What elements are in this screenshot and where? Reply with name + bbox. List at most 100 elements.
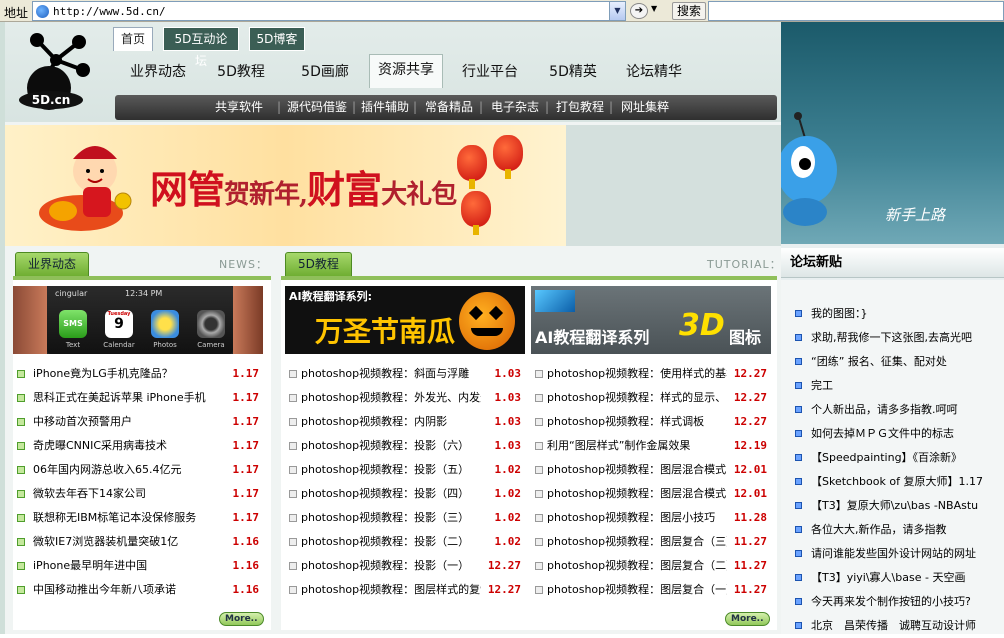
news-item-title[interactable]: 中国移动推出今年新八项承诺: [33, 578, 223, 602]
tutorial-item[interactable]: photoshop视频教程：投影（五） 1.02: [285, 458, 525, 482]
address-url[interactable]: http://www.5d.cn/: [53, 5, 166, 18]
tutorial-item[interactable]: photoshop视频教程：外发光、内发光 1.03: [285, 386, 525, 410]
tutorial-item-title[interactable]: photoshop视频教程：图层混合模式: [547, 458, 727, 482]
news-item-title[interactable]: iPhone最早明年进中国: [33, 554, 223, 578]
tutorial-item[interactable]: photoshop视频教程：投影（三） 1.02: [285, 506, 525, 530]
news-item-title[interactable]: 微软去年吞下14家公司: [33, 482, 223, 506]
forum-post-title[interactable]: 完工: [811, 374, 833, 398]
tutorial-section-title[interactable]: 5D教程: [285, 252, 352, 276]
tutorial-item-title[interactable]: photoshop视频教程：使用样式的基本方法: [547, 362, 727, 386]
forum-post-title[interactable]: 【Sketchbook of 复原大师】1.17: [811, 470, 983, 494]
news-more-button[interactable]: More..: [219, 612, 264, 626]
forum-post-title[interactable]: 各位大大,新作品，请多指教: [811, 518, 947, 542]
chevron-down-icon[interactable]: ▼: [609, 2, 625, 20]
tutorial-item[interactable]: photoshop视频教程：图层复合（二） 11.27: [531, 554, 771, 578]
nav-tutorial[interactable]: 5D教程: [209, 58, 273, 86]
tutorial-item[interactable]: photoshop视频教程：投影（一） 12.27: [285, 554, 525, 578]
tutorial-item[interactable]: photoshop视频教程：投影（二） 1.02: [285, 530, 525, 554]
iphone-thumbnail[interactable]: cingular 12:34 PM SMS Tuesday 9 Text Cale…: [13, 286, 263, 354]
tab-blog[interactable]: 5D博客: [249, 27, 305, 51]
nav-resources[interactable]: 资源共享: [369, 54, 443, 88]
subnav-source-code[interactable]: 源代码借鉴: [287, 95, 347, 119]
tutorial-item-title[interactable]: photoshop视频教程：图层样式的复制: [301, 578, 481, 602]
3d-icon-tutorial-image[interactable]: AI教程翻译系列 3D 图标: [531, 286, 771, 354]
tutorial-item-title[interactable]: photoshop视频教程：图层复合（三）: [547, 530, 727, 554]
tutorial-item[interactable]: photoshop视频教程：投影（四） 1.02: [285, 482, 525, 506]
forum-post-item[interactable]: 【T3】yiyi\寡人\base - 天空画: [795, 566, 1000, 590]
news-item[interactable]: 微软去年吞下14家公司 1.17: [13, 482, 263, 506]
news-item-title[interactable]: 微软IE7浏览器装机量突破1亿: [33, 530, 223, 554]
new-year-banner[interactable]: 网管贺新年,财富大礼包: [5, 125, 566, 246]
tutorial-item-title[interactable]: photoshop视频教程：投影（三）: [301, 506, 481, 530]
forum-post-title[interactable]: 今天再来发个制作按钮的小技巧?: [811, 590, 971, 614]
nav-gallery[interactable]: 5D画廊: [293, 58, 357, 86]
forum-post-title[interactable]: 北京 昌荣传播 诚聘互动设计师: [811, 614, 976, 638]
halloween-tutorial-image[interactable]: AI教程翻译系列: 万圣节南瓜: [285, 286, 525, 354]
tutorial-item-title[interactable]: photoshop视频教程：斜面与浮雕: [301, 362, 481, 386]
tutorial-item[interactable]: 利用“图层样式”制作金属效果 12.19: [531, 434, 771, 458]
tutorial-item-title[interactable]: photoshop视频教程：内阴影: [301, 410, 481, 434]
tutorial-item[interactable]: photoshop视频教程：使用样式的基本方法 12.27: [531, 362, 771, 386]
tutorial-item-title[interactable]: photoshop视频教程：图层小技巧: [547, 506, 727, 530]
tutorial-item[interactable]: photoshop视频教程：内阴影 1.03: [285, 410, 525, 434]
forum-post-item[interactable]: 如何去掉ＭＰＧ文件中的标志: [795, 422, 1000, 446]
forum-post-title[interactable]: 请问谁能发些国外设计网站的网址: [811, 542, 976, 566]
tutorial-item[interactable]: photoshop视频教程：图层样式的复制 12.27: [285, 578, 525, 602]
forum-post-title[interactable]: 我的图图：}: [811, 302, 868, 326]
forum-post-title[interactable]: 【T3】复原大师\zu\bas -NBAstu: [811, 494, 978, 518]
forum-post-item[interactable]: 各位大大,新作品，请多指教: [795, 518, 1000, 542]
tutorial-item-title[interactable]: photoshop视频教程：图层复合（二）: [547, 554, 727, 578]
forum-post-title[interactable]: 如何去掉ＭＰＧ文件中的标志: [811, 422, 954, 446]
tutorial-item-title[interactable]: photoshop视频教程：样式调板: [547, 410, 727, 434]
forum-post-title[interactable]: 求助,帮我修一下这张图,去高光吧: [811, 326, 972, 350]
tutorial-item-title[interactable]: photoshop视频教程：投影（二）: [301, 530, 481, 554]
news-item[interactable]: 中移动首次预警用户 1.17: [13, 410, 263, 434]
tutorial-item[interactable]: photoshop视频教程：图层复合（三） 11.27: [531, 530, 771, 554]
subnav-package-tutorial[interactable]: 打包教程: [556, 95, 604, 119]
subnav-plugins[interactable]: 插件辅助: [361, 95, 409, 119]
nav-industry-platform[interactable]: 行业平台: [455, 58, 525, 86]
forum-post-title[interactable]: 【Speedpainting】《百涂新》: [811, 446, 962, 470]
nav-elite[interactable]: 5D精英: [543, 58, 603, 86]
subnav-shareware[interactable]: 共享软件: [215, 95, 263, 119]
tutorial-item-title[interactable]: photoshop视频教程：投影（四）: [301, 482, 481, 506]
forum-post-item[interactable]: 个人新出品，请多多指教.呵呵: [795, 398, 1000, 422]
subnav-emagazine[interactable]: 电子杂志: [491, 95, 539, 119]
search-button[interactable]: 搜索: [672, 2, 707, 20]
nav-forum-best[interactable]: 论坛精华: [621, 58, 687, 86]
forum-post-title[interactable]: “团练” 报名、征集、配对处: [811, 350, 947, 374]
news-item-title[interactable]: iPhone竟为LG手机克隆品？: [33, 362, 223, 386]
forum-post-item[interactable]: 北京 昌荣传播 诚聘互动设计师: [795, 614, 1000, 638]
site-logo[interactable]: 5D.cn: [13, 30, 99, 114]
news-item[interactable]: 奇虎曝CNNIC采用病毒技术 1.17: [13, 434, 263, 458]
news-item[interactable]: 06年国内网游总收入65.4亿元 1.17: [13, 458, 263, 482]
tutorial-more-button[interactable]: More..: [725, 612, 770, 626]
forum-post-item[interactable]: 请问谁能发些国外设计网站的网址: [795, 542, 1000, 566]
forum-post-item[interactable]: 我的图图：}: [795, 302, 1000, 326]
tutorial-item-title[interactable]: photoshop视频教程：外发光、内发光: [301, 386, 481, 410]
tab-home[interactable]: 首页: [113, 27, 153, 51]
news-item[interactable]: iPhone最早明年进中国 1.16: [13, 554, 263, 578]
subnav-essentials[interactable]: 常备精品: [425, 95, 473, 119]
news-item[interactable]: 中国移动推出今年新八项承诺 1.16: [13, 578, 263, 602]
forum-post-title[interactable]: 【T3】yiyi\寡人\base - 天空画: [811, 566, 965, 590]
news-item[interactable]: iPhone竟为LG手机克隆品？ 1.17: [13, 362, 263, 386]
search-input[interactable]: [708, 1, 1004, 21]
tutorial-item-title[interactable]: photoshop视频教程：投影（六）: [301, 434, 481, 458]
tutorial-item[interactable]: photoshop视频教程：样式的显示、隐藏 12.27: [531, 386, 771, 410]
tutorial-item-title[interactable]: photoshop视频教程：投影（五）: [301, 458, 481, 482]
forum-post-item[interactable]: 【T3】复原大师\zu\bas -NBAstu: [795, 494, 1000, 518]
forum-post-item[interactable]: 【Sketchbook of 复原大师】1.17: [795, 470, 1000, 494]
forum-post-item[interactable]: 完工: [795, 374, 1000, 398]
go-arrow-icon[interactable]: ➔: [630, 3, 648, 19]
tutorial-item[interactable]: photoshop视频教程：样式调板 12.27: [531, 410, 771, 434]
news-item[interactable]: 联想称无IBM标笔记本没保修服务 1.17: [13, 506, 263, 530]
news-item-title[interactable]: 联想称无IBM标笔记本没保修服务: [33, 506, 223, 530]
forum-post-item[interactable]: 今天再来发个制作按钮的小技巧?: [795, 590, 1000, 614]
chevron-down-icon[interactable]: ▼: [651, 4, 657, 13]
news-item[interactable]: 微软IE7浏览器装机量突破1亿 1.16: [13, 530, 263, 554]
news-item[interactable]: 思科正式在美起诉苹果 iPhone手机 1.17: [13, 386, 263, 410]
news-item-title[interactable]: 思科正式在美起诉苹果 iPhone手机: [33, 386, 223, 410]
forum-post-title[interactable]: 个人新出品，请多多指教.呵呵: [811, 398, 958, 422]
news-item-title[interactable]: 中移动首次预警用户: [33, 410, 223, 434]
